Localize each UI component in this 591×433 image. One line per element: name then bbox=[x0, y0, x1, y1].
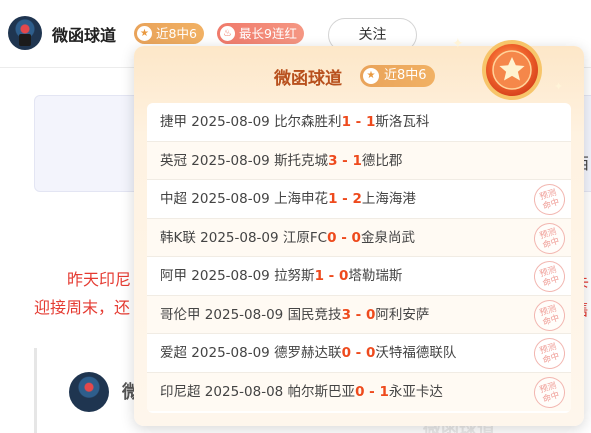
home-team: 拉努斯 bbox=[274, 268, 315, 284]
away-score: 1 bbox=[352, 152, 362, 169]
away-score: 0 bbox=[338, 268, 349, 284]
home-score: 3 bbox=[341, 306, 351, 323]
star-icon: ★ bbox=[363, 68, 379, 84]
away-team: 沃特福德联队 bbox=[375, 345, 457, 361]
away-score: 0 bbox=[351, 229, 361, 246]
home-score: 0 bbox=[327, 229, 337, 246]
streak-label: 最长9连红 bbox=[239, 26, 297, 41]
match-date: 2025-08-09 bbox=[191, 114, 270, 130]
hit-rate-label: 近8中6 bbox=[384, 68, 427, 83]
prediction-hit-stamp: 预测 命中 bbox=[529, 295, 570, 335]
avatar[interactable] bbox=[69, 372, 109, 412]
away-score: 0 bbox=[365, 345, 376, 361]
match-date: 2025-08-08 bbox=[204, 383, 284, 400]
sparkle-icon: ✦ bbox=[554, 80, 564, 93]
hit-rate-badge: ★ 近8中6 bbox=[360, 65, 435, 87]
score-separator: - bbox=[323, 268, 339, 284]
away-team: 永亚卡达 bbox=[388, 383, 443, 400]
away-team: 金泉尚武 bbox=[360, 229, 415, 246]
prediction-hit-stamp: 预测 命中 bbox=[529, 256, 570, 297]
home-team: 比尔森胜利 bbox=[274, 114, 342, 130]
match-row[interactable]: 捷甲 2025-08-09 比尔森胜利1 - 1斯洛瓦科 bbox=[147, 103, 571, 142]
home-score: 1 bbox=[314, 268, 324, 284]
match-row[interactable]: 中超 2025-08-09 上海申花1 - 2上海海港 预测 命中 bbox=[147, 179, 571, 220]
match-date: 2025-08-09 bbox=[200, 229, 279, 246]
home-score: 1 bbox=[341, 114, 351, 130]
match-date: 2025-08-09 bbox=[191, 152, 270, 169]
prediction-hit-stamp: 预测 命中 bbox=[529, 372, 570, 412]
home-team: 斯托克城 bbox=[274, 152, 329, 169]
match-league: 印尼超 bbox=[160, 383, 201, 400]
prediction-hit-stamp: 预测 命中 bbox=[529, 333, 570, 374]
prediction-hit-stamp: 预测 命中 bbox=[529, 218, 570, 258]
match-row[interactable]: 英冠 2025-08-09 斯托克城3 - 1德比郡 bbox=[147, 141, 571, 180]
match-date: 2025-08-09 bbox=[191, 191, 270, 207]
away-team: 阿利安萨 bbox=[375, 306, 430, 323]
score-separator: - bbox=[350, 306, 366, 323]
match-row[interactable]: 哥伦甲 2025-08-09 国民竞技3 - 0阿利安萨 预测 命中 bbox=[147, 295, 571, 335]
away-score: 1 bbox=[365, 114, 376, 130]
flame-icon: ♨ bbox=[220, 26, 235, 41]
hit-rate-label: 近8中6 bbox=[156, 26, 197, 41]
away-team: 斯洛瓦科 bbox=[375, 114, 430, 130]
sparkle-icon: ✦ bbox=[452, 36, 464, 52]
prediction-record-popover: ✦ ✦ 微函球道 ★ 近8中6 捷甲 2025-08-09 比尔森胜利1 - 1… bbox=[134, 36, 584, 426]
match-league: 中超 bbox=[160, 191, 187, 207]
quote-divider bbox=[34, 348, 37, 433]
article-text-line: 迎接周末，还 bbox=[34, 298, 131, 317]
match-row[interactable]: 阿甲 2025-08-09 拉努斯1 - 0塔勒瑞斯 预测 命中 bbox=[147, 256, 571, 297]
star-medal-icon bbox=[482, 40, 542, 100]
match-league: 爱超 bbox=[160, 345, 187, 361]
star-icon: ★ bbox=[137, 26, 152, 41]
score-separator: - bbox=[337, 191, 353, 207]
home-team: 德罗赫达联 bbox=[274, 345, 342, 361]
away-team: 德比郡 bbox=[361, 152, 403, 169]
match-row[interactable]: 印尼超 2025-08-08 帕尔斯巴亚0 - 1永亚卡达 预测 命中 bbox=[147, 372, 571, 412]
home-team: 帕尔斯巴亚 bbox=[287, 383, 356, 400]
match-list: 捷甲 2025-08-09 比尔森胜利1 - 1斯洛瓦科 英冠 2025-08-0… bbox=[147, 103, 571, 413]
away-score: 2 bbox=[352, 191, 362, 207]
home-team: 上海申花 bbox=[274, 191, 329, 207]
away-score: 0 bbox=[365, 306, 376, 323]
match-row[interactable]: 韩K联 2025-08-09 江原FC0 - 0金泉尚武 预测 命中 bbox=[147, 218, 571, 258]
streak-badge: ♨ 最长9连红 bbox=[217, 23, 304, 44]
score-separator: - bbox=[364, 383, 380, 400]
match-league: 英冠 bbox=[160, 152, 187, 169]
score-separator: - bbox=[350, 345, 366, 361]
author-name[interactable]: 微函球道 bbox=[52, 22, 116, 46]
home-score: 0 bbox=[341, 345, 351, 361]
match-row[interactable]: 爱超 2025-08-09 德罗赫达联0 - 0沃特福德联队 预测 命中 bbox=[147, 333, 571, 374]
score-separator: - bbox=[336, 229, 352, 246]
page: 微函球道 ★ 近8中6 ♨ 最长9连红 关注 昨天印尼 迎接周末，还 西 卡 售… bbox=[0, 0, 591, 433]
article-text-line: 昨天印尼 bbox=[67, 270, 132, 289]
away-team: 塔勒瑞斯 bbox=[348, 268, 403, 284]
match-league: 捷甲 bbox=[160, 114, 187, 130]
home-team: 江原FC bbox=[282, 229, 328, 246]
away-score: 1 bbox=[379, 383, 389, 400]
match-date: 2025-08-09 bbox=[191, 345, 270, 361]
match-league: 哥伦甲 bbox=[160, 306, 201, 323]
home-team: 国民竞技 bbox=[287, 306, 342, 323]
score-separator: - bbox=[337, 152, 353, 169]
avatar[interactable] bbox=[8, 16, 42, 50]
away-team: 上海海港 bbox=[361, 191, 416, 207]
match-league: 阿甲 bbox=[160, 268, 187, 284]
match-date: 2025-08-09 bbox=[204, 306, 284, 323]
match-date: 2025-08-09 bbox=[191, 268, 270, 284]
score-separator: - bbox=[350, 114, 366, 130]
prediction-hit-stamp: 预测 命中 bbox=[529, 179, 570, 220]
match-league: 韩K联 bbox=[160, 229, 196, 246]
hit-rate-badge: ★ 近8中6 bbox=[134, 23, 204, 44]
popover-title: 微函球道 bbox=[274, 69, 342, 89]
